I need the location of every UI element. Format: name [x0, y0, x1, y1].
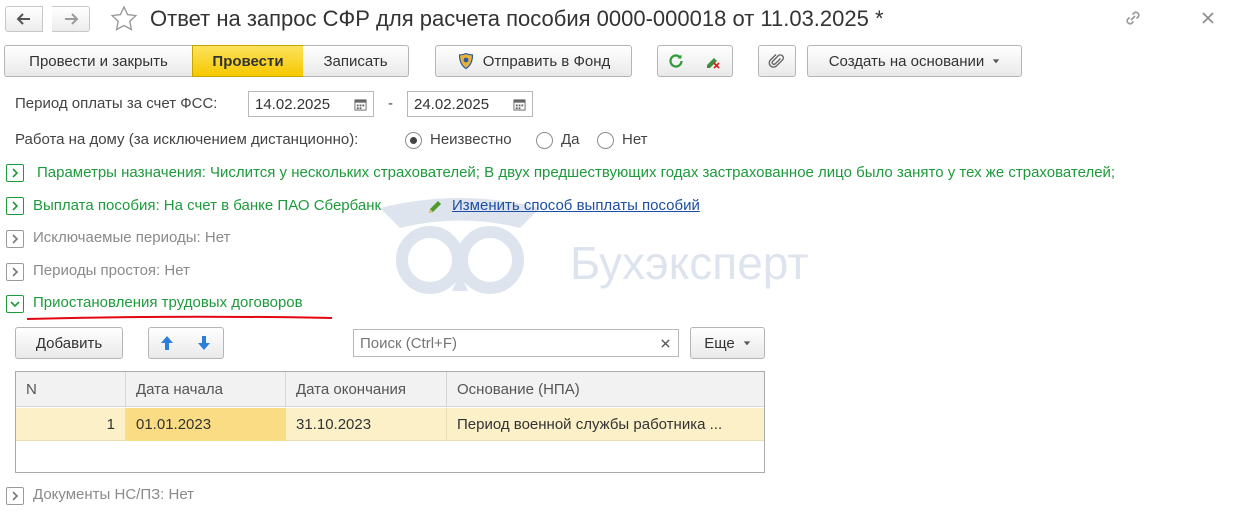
chevron-right-icon [12, 201, 19, 211]
homework-radio-no[interactable] [597, 132, 614, 149]
chevron-right-icon [12, 168, 19, 178]
table-row[interactable]: 1 01.01.2023 31.10.2023 Период военной с… [16, 408, 764, 441]
chevron-down-icon [993, 59, 1000, 64]
suspension-toggle[interactable] [6, 295, 24, 313]
homework-option-yes-label: Да [561, 131, 580, 148]
arrow-down-icon [198, 336, 210, 350]
params-toggle[interactable] [6, 164, 24, 182]
move-up-button[interactable] [148, 327, 186, 359]
downtime-text: Периоды простоя: Нет [33, 262, 190, 279]
homework-option-no-label: Нет [622, 131, 648, 148]
arrow-left-icon [16, 13, 30, 25]
homework-option-unknown-label: Неизвестно [430, 131, 512, 148]
send-to-fund-label: Отправить в Фонд [482, 52, 611, 70]
change-payment-method-link[interactable]: Изменить способ выплаты пособий [452, 197, 700, 214]
period-to-calendar-button[interactable] [507, 91, 533, 117]
payment-toggle[interactable] [6, 197, 24, 215]
star-icon[interactable] [109, 4, 139, 34]
calendar-icon [354, 98, 367, 111]
cell-start-date[interactable]: 01.01.2023 [126, 408, 286, 441]
chevron-down-icon [10, 301, 20, 308]
period-from-calendar-button[interactable] [348, 91, 374, 117]
cell-basis[interactable]: Период военной службы работника ... [447, 408, 765, 441]
link-icon[interactable] [1123, 8, 1143, 28]
column-header-basis[interactable]: Основание (НПА) [447, 372, 765, 407]
search-input[interactable] [353, 329, 653, 357]
cell-n[interactable]: 1 [16, 408, 126, 441]
excluded-periods-text: Исключаемые периоды: Нет [33, 229, 231, 246]
red-underline-mark [26, 315, 333, 320]
clear-posting-button[interactable] [694, 45, 733, 77]
back-button[interactable] [5, 6, 43, 32]
attach-button[interactable] [758, 45, 796, 77]
close-icon [660, 338, 670, 348]
homework-radio-unknown[interactable] [405, 132, 422, 149]
move-down-button[interactable] [185, 327, 224, 359]
post-and-close-button[interactable]: Провести и закрыть [4, 45, 193, 77]
close-icon[interactable] [1200, 8, 1216, 28]
window-title: Ответ на запрос СФР для расчета пособия … [150, 6, 884, 31]
params-text: Параметры назначения: Числится у несколь… [37, 164, 1116, 181]
create-based-on-button[interactable]: Создать на основании [807, 45, 1022, 77]
arrow-right-icon [64, 13, 78, 25]
column-header-start-date[interactable]: Дата начала [126, 372, 286, 407]
table-header: N Дата начала Дата окончания Основание (… [16, 372, 764, 407]
owl-logo-icon [380, 198, 540, 294]
chevron-right-icon [12, 234, 19, 244]
post-button[interactable]: Провести [192, 45, 304, 77]
save-button[interactable]: Записать [303, 45, 409, 77]
refresh-button[interactable] [657, 45, 695, 77]
documents-text: Документы НС/ПЗ: Нет [33, 486, 195, 503]
calendar-icon [513, 98, 526, 111]
chevron-right-icon [12, 491, 19, 501]
pencil-icon [429, 201, 441, 213]
payment-text: Выплата пособия: На счет в банке ПАО Сбе… [33, 197, 382, 214]
refresh-icon [669, 54, 683, 68]
send-to-fund-button[interactable]: Отправить в Фонд [435, 45, 632, 77]
clear-search-button[interactable] [652, 329, 679, 357]
period-dash: - [388, 95, 393, 112]
forward-button[interactable] [52, 6, 90, 32]
add-row-button[interactable]: Добавить [15, 327, 123, 359]
suspension-table[interactable]: N Дата начала Дата окончания Основание (… [15, 371, 765, 473]
suspension-section-title: Приостановления трудовых договоров [33, 294, 303, 311]
create-based-on-label: Создать на основании [828, 52, 985, 70]
excluded-periods-toggle[interactable] [6, 230, 24, 248]
fund-emblem-icon [458, 52, 473, 70]
downtime-toggle[interactable] [6, 263, 24, 281]
homework-label: Работа на дому (за исключением дистанцио… [15, 131, 359, 148]
more-button[interactable]: Еще [690, 327, 765, 359]
chevron-down-icon [743, 341, 750, 346]
arrow-up-icon [161, 336, 173, 350]
documents-toggle[interactable] [6, 487, 24, 505]
column-header-end-date[interactable]: Дата окончания [286, 372, 447, 407]
more-label: Еще [704, 334, 735, 352]
chevron-right-icon [12, 267, 19, 277]
cell-end-date[interactable]: 31.10.2023 [286, 408, 447, 441]
column-header-n[interactable]: N [16, 372, 126, 407]
eraser-x-icon [707, 58, 720, 69]
period-to-input[interactable] [407, 91, 508, 117]
paperclip-icon [768, 54, 784, 68]
homework-radio-yes[interactable] [536, 132, 553, 149]
watermark-text: Бухэксперт [570, 237, 809, 289]
payment-period-label: Период оплаты за счет ФСС: [15, 95, 218, 112]
period-from-input[interactable] [248, 91, 349, 117]
